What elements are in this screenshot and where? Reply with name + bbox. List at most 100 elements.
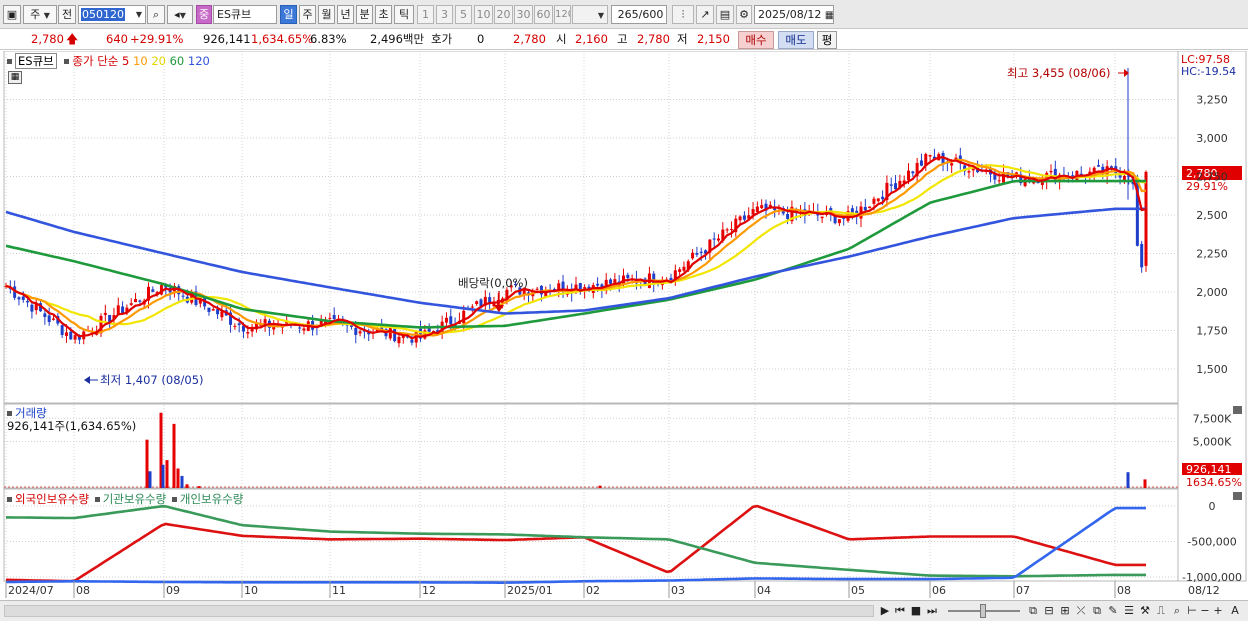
draw-tool-icon[interactable]: ↗ — [696, 5, 714, 24]
holder-y-tick: -500,000 — [1187, 536, 1236, 549]
tab-period-day[interactable]: 일 — [280, 5, 297, 24]
hoga-price: 2,780 — [513, 32, 546, 46]
window-menu-icon[interactable]: ▣ — [3, 5, 21, 24]
calc-icon[interactable]: ▦ — [8, 71, 22, 84]
stop-icon[interactable]: ■ — [909, 603, 923, 619]
zoom-slider-handle[interactable] — [980, 604, 986, 618]
settings-gear-icon[interactable]: ⚙ — [736, 5, 752, 24]
trade-value: 2,496백만 — [370, 32, 425, 46]
stock-legend-label[interactable]: ES큐브 — [15, 53, 57, 69]
scale-icon[interactable]: ⊢ — [1186, 603, 1198, 619]
candle-body — [911, 171, 915, 174]
save-icon[interactable]: ▤ — [716, 5, 734, 24]
ma-indicator-label[interactable]: 종가 단순 — [72, 54, 118, 68]
candle-body — [717, 238, 720, 241]
chart-icon[interactable]: ⎍ — [1154, 603, 1168, 619]
sound-icon[interactable]: ◂▼ — [167, 5, 193, 24]
volume-bar — [172, 423, 176, 488]
zoom-in-icon[interactable]: + — [1212, 603, 1224, 619]
price-change-pct: +29.91% — [130, 32, 184, 46]
individual-legend[interactable]: 개인보유수량 — [180, 492, 243, 506]
interval-60[interactable]: 60 — [534, 5, 553, 24]
buy-button[interactable]: 매수 — [738, 31, 774, 49]
window-icon[interactable]: ⊟ — [1042, 603, 1056, 619]
candle-body — [64, 332, 68, 336]
x-tick-label: 08/12 — [1188, 584, 1220, 597]
chart-area[interactable]: 최고 3,455 (08/06) 최저 1,407 (08/05) 배당락(0,… — [0, 50, 1248, 601]
volume-panel-close-icon[interactable] — [1233, 406, 1242, 414]
search-zoom-icon[interactable]: ⌕ — [1170, 603, 1184, 619]
price-y-tick: 1,750 — [1196, 325, 1228, 338]
institution-legend[interactable]: 기관보유수량 — [103, 492, 166, 506]
edit-icon[interactable]: ✎ — [1106, 603, 1120, 619]
interval-1[interactable]: 1 — [417, 5, 434, 24]
bar-count-field[interactable]: 265/600 — [611, 5, 667, 24]
candle-body — [52, 318, 55, 320]
candle-body — [928, 155, 932, 157]
tab-period-month[interactable]: 월 — [318, 5, 335, 24]
stack-icon[interactable]: ☰ — [1122, 603, 1136, 619]
search-icon[interactable]: ⌕ — [147, 5, 165, 24]
candle-body — [1049, 170, 1053, 173]
candle-body — [950, 163, 954, 166]
tab-period-tick[interactable]: 틱 — [394, 5, 414, 24]
interval-5[interactable]: 5 — [455, 5, 472, 24]
high-label: 고 — [617, 32, 628, 46]
x-tick-label: 06 — [932, 584, 946, 597]
interval-custom-select[interactable]: ▼ — [572, 5, 608, 24]
candle-body — [919, 160, 923, 166]
chart-type-icon[interactable]: ⫶ — [672, 5, 694, 24]
zoom-out-icon[interactable]: − — [1199, 603, 1211, 619]
candle-body — [328, 317, 332, 319]
bottom-scroll-bar: ▶ ⏮ ■ ⏭ ⧉ ⊟ ⊞ ⤫ ⧉ ✎ ☰ ⚒ ⎍ ⌕ ⊢ − + A — [0, 600, 1248, 621]
scroll-start-icon[interactable]: ⏮ — [893, 603, 907, 619]
candle-body — [712, 238, 716, 240]
scroll-end-icon[interactable]: ⏭ — [925, 603, 939, 619]
candle-body — [220, 311, 224, 318]
x-tick-label: 07 — [1016, 584, 1030, 597]
tab-period-second[interactable]: 초 — [375, 5, 392, 24]
eval-button[interactable]: 평 — [817, 31, 837, 49]
tab-period-minute[interactable]: 분 — [356, 5, 373, 24]
interval-10[interactable]: 10 — [474, 5, 493, 24]
tab-period-week[interactable]: 주 — [299, 5, 316, 24]
font-size-icon[interactable]: A — [1227, 603, 1243, 619]
candle-body — [1097, 165, 1100, 167]
scroll-right-icon[interactable]: ▶ — [878, 603, 892, 619]
candle-body — [410, 339, 414, 343]
candle-body — [881, 196, 885, 200]
copy-icon[interactable]: ⧉ — [1090, 603, 1104, 619]
main-toolbar: ▣ 주 ▼ 전 050120 ▼ ⌕ ◂▼ 중 ES큐브 일 주 월 년 분 초 … — [0, 0, 1248, 29]
date-field[interactable]: 2025/08/12 ▦ — [754, 5, 834, 24]
price-y-tick: 2,000 — [1196, 286, 1228, 299]
candle-body — [475, 301, 479, 304]
stock-code-input[interactable]: 050120 ▼ — [78, 5, 146, 24]
candle-body — [60, 325, 64, 335]
chart-canvas[interactable]: 최고 3,455 (08/06) 최저 1,407 (08/05) 배당락(0,… — [0, 50, 1248, 601]
grid-icon[interactable]: ⊞ — [1058, 603, 1072, 619]
interval-3[interactable]: 3 — [436, 5, 453, 24]
cross-icon[interactable]: ⤫ — [1074, 603, 1088, 619]
candle-body — [30, 304, 34, 312]
stock-name-field[interactable]: ES큐브 — [213, 5, 277, 24]
interval-30[interactable]: 30 — [514, 5, 533, 24]
tab-period-year[interactable]: 년 — [337, 5, 354, 24]
candle-body — [868, 206, 872, 209]
holder-panel-close-icon[interactable] — [1233, 492, 1242, 500]
x-tick-label: 11 — [332, 584, 346, 597]
interval-120[interactable]: 120 — [554, 5, 571, 24]
candle-body — [907, 170, 910, 181]
candle-body — [207, 307, 211, 312]
candle-body — [760, 205, 764, 209]
market-type-select[interactable]: 주 ▼ — [23, 5, 57, 24]
candle-body — [699, 251, 703, 253]
layout-icon[interactable]: ⧉ — [1026, 603, 1040, 619]
sell-button[interactable]: 매도 — [778, 31, 814, 49]
foreign-legend[interactable]: 외국인보유수량 — [15, 492, 89, 506]
volume-title[interactable]: 거래량 — [15, 406, 47, 420]
horizontal-scrollbar[interactable] — [4, 605, 874, 617]
interval-20[interactable]: 20 — [494, 5, 513, 24]
dividend-annotation: 배당락(0,0%) — [458, 276, 528, 290]
prev-button[interactable]: 전 — [58, 5, 76, 24]
tools-icon[interactable]: ⚒ — [1138, 603, 1152, 619]
